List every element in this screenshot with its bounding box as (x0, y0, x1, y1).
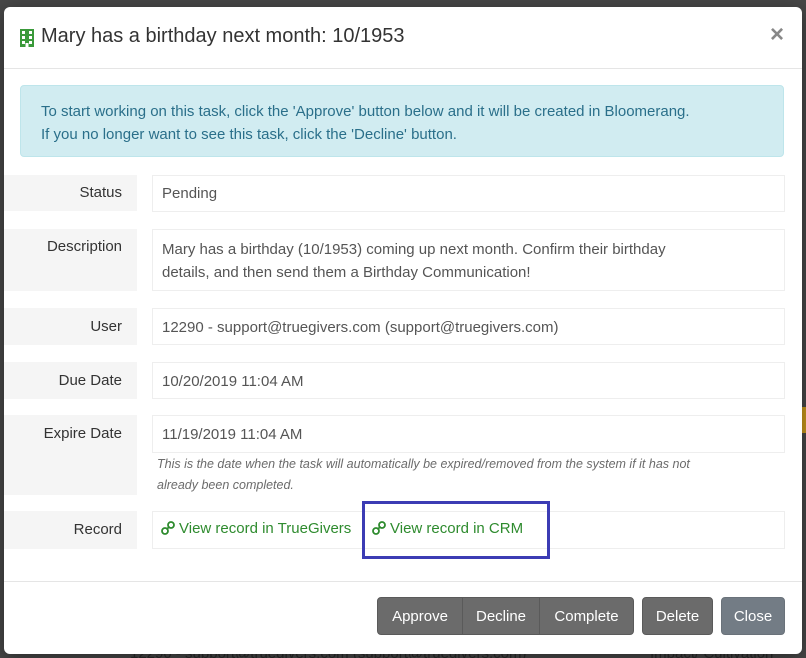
close-icon[interactable]: × (770, 23, 784, 47)
modal-title: Mary has a birthday next month: 10/1953 (41, 25, 405, 47)
description-value: Mary has a birthday (10/1953) coming up … (152, 229, 785, 291)
approve-button[interactable]: Approve (377, 597, 463, 635)
complete-button[interactable]: Complete (539, 597, 634, 635)
link-icon (161, 521, 175, 535)
alert-line-2: If you no longer want to see this task, … (41, 126, 457, 143)
expire-help-line-1: This is the date when the task will auto… (157, 457, 690, 471)
expire-help-line-2: already been completed. (157, 478, 294, 492)
due-date-label: Due Date (4, 362, 137, 399)
modal-header: Mary has a birthday next month: 10/1953 … (4, 7, 802, 69)
task-modal: Mary has a birthday next month: 10/1953 … (4, 7, 802, 654)
expire-date-label: Expire Date (4, 415, 137, 495)
building-icon (20, 29, 34, 47)
decline-button[interactable]: Decline (462, 597, 540, 635)
record-label: Record (4, 511, 137, 549)
user-label: User (4, 308, 137, 345)
delete-button[interactable]: Delete (642, 597, 713, 635)
user-value: 12290 - support@truegivers.com (support@… (152, 308, 785, 345)
info-alert: To start working on this task, click the… (20, 85, 784, 157)
description-label: Description (4, 229, 137, 291)
due-date-value: 10/20/2019 11:04 AM (152, 362, 785, 399)
crm-link-highlight (362, 501, 550, 559)
view-record-truegivers-link[interactable]: View record in TrueGivers (161, 520, 351, 537)
status-value: Pending (152, 175, 785, 212)
expire-date-help: This is the date when the task will auto… (157, 454, 767, 496)
close-button[interactable]: Close (721, 597, 785, 635)
expire-date-value: 11/19/2019 11:04 AM (152, 415, 785, 453)
alert-line-1: To start working on this task, click the… (41, 103, 690, 120)
description-line-1: Mary has a birthday (10/1953) coming up … (162, 241, 666, 258)
description-line-2: details, and then send them a Birthday C… (162, 264, 531, 281)
view-record-truegivers-text: View record in TrueGivers (179, 520, 352, 537)
status-label: Status (4, 175, 137, 211)
